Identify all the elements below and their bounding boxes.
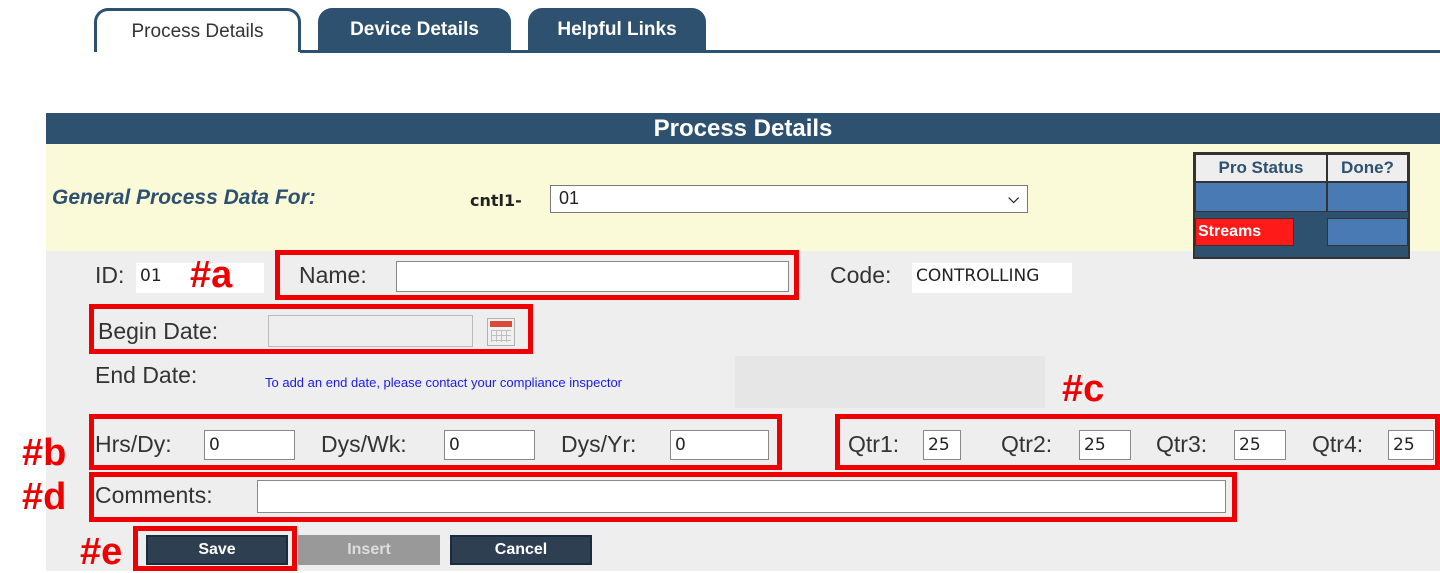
annotation-label-a: #a (190, 254, 233, 296)
annotation-box-c (835, 414, 1440, 470)
annotation-label-c: #c (1062, 368, 1105, 410)
done-cell (1327, 218, 1408, 246)
end-date-note: To add an end date, please contact your … (265, 375, 623, 390)
end-date-placeholder (735, 356, 1045, 408)
general-process-label: General Process Data For: (52, 186, 316, 209)
tab-label: Device Details (350, 19, 479, 40)
process-select[interactable]: 01 ⌵ (550, 185, 1028, 213)
status-streams[interactable]: Streams (1195, 218, 1294, 246)
tab-helpful-links[interactable]: Helpful Links (528, 8, 706, 52)
insert-button: Insert (298, 535, 440, 565)
status-header-pro-status: Pro Status (1195, 154, 1327, 182)
id-label: ID: (95, 262, 125, 288)
process-select-value: 01 (559, 188, 580, 208)
annotation-label-b: #b (22, 432, 67, 474)
annotation-box-begin-date (89, 304, 533, 354)
annotation-box-a (275, 250, 799, 300)
tab-label: Helpful Links (557, 19, 677, 40)
tab-process-details[interactable]: Process Details (94, 8, 301, 52)
annotation-box-b (89, 414, 782, 470)
status-cell (1195, 182, 1327, 212)
chevron-down-icon: ⌵ (1008, 190, 1019, 206)
code-value: CONTROLLING (912, 263, 1072, 293)
tab-label: Process Details (131, 20, 264, 42)
end-date-label: End Date: (95, 362, 198, 388)
status-header-done: Done? (1327, 154, 1408, 182)
tab-device-details[interactable]: Device Details (318, 8, 511, 52)
cancel-button[interactable]: Cancel (450, 535, 592, 565)
status-table: Pro Status Done? Streams (1193, 152, 1410, 259)
code-label: Code: (830, 262, 892, 288)
done-cell (1327, 182, 1408, 212)
annotation-box-e (133, 526, 297, 571)
panel-title: Process Details (46, 113, 1440, 144)
annotation-label-d: #d (22, 476, 67, 518)
cntl-prefix: cntl1- (470, 191, 522, 210)
tab-underline (300, 50, 1440, 53)
annotation-label-e: #e (80, 531, 123, 573)
annotation-box-d (89, 472, 1237, 522)
